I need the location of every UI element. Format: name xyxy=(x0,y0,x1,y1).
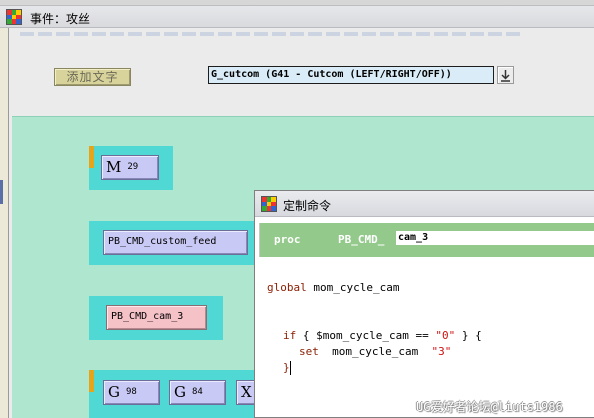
faded-toolbar-line xyxy=(20,32,520,36)
code-text: } { xyxy=(455,329,482,342)
code-text: mom_cycle_cam xyxy=(318,345,432,358)
code-keyword: set xyxy=(299,345,319,358)
code-string: "3" xyxy=(431,345,452,358)
window-title: 事件：攻丝 xyxy=(30,12,91,26)
chip-letter: M xyxy=(106,158,122,176)
select-dropdown-button[interactable] xyxy=(497,66,514,84)
app-icon xyxy=(6,9,22,25)
command-select[interactable]: G_cutcom (G41 - Cutcom (LEFT/RIGHT/OFF)) xyxy=(208,66,494,84)
chip-number: 84 xyxy=(192,387,203,397)
down-arrow-icon xyxy=(501,70,510,82)
code-line[interactable]: global mom_cycle_cam xyxy=(267,281,399,294)
code-text: mom_cycle_cam xyxy=(306,281,400,294)
chip-m29[interactable]: M 29 xyxy=(101,155,159,180)
proc-header: proc PB_CMD_ cam_3 xyxy=(259,223,594,257)
code-keyword: global xyxy=(267,281,307,294)
code-text: { $mom_cycle_cam == xyxy=(296,329,436,342)
code-string: "0" xyxy=(435,329,456,342)
forum-watermark: UG爱好者论坛@liuts1986 xyxy=(416,400,563,414)
chip-g98[interactable]: G 98 xyxy=(103,380,160,405)
chip-cam-3[interactable]: PB_CMD_cam_3 xyxy=(106,305,207,330)
chip-number: 98 xyxy=(126,387,137,397)
block-marker xyxy=(89,146,94,168)
block-marker xyxy=(89,370,94,392)
code-line[interactable]: set mom_cycle_cam "3" xyxy=(299,345,451,358)
dialog-titlebar[interactable]: 定制命令 xyxy=(255,191,594,217)
chip-letter: G xyxy=(174,383,186,401)
code-line[interactable]: } xyxy=(283,361,290,374)
proc-keyword: proc xyxy=(274,233,301,246)
add-text-button[interactable]: 添加文字 xyxy=(54,68,131,86)
proc-prefix: PB_CMD_ xyxy=(338,233,385,246)
chip-number: 29 xyxy=(127,162,139,172)
custom-command-dialog[interactable]: 定制命令 proc PB_CMD_ cam_3 global mom_cycle… xyxy=(254,190,594,418)
proc-name-input[interactable]: cam_3 xyxy=(396,231,594,245)
chip-g84[interactable]: G 84 xyxy=(169,380,226,405)
text-caret xyxy=(290,361,291,375)
chip-letter: X xyxy=(241,383,252,401)
left-edge-marker xyxy=(0,180,3,204)
code-line[interactable]: if { $mom_cycle_cam == "0" } { xyxy=(283,329,482,342)
chip-custom-feed[interactable]: PB_CMD_custom_feed xyxy=(103,230,248,255)
code-brace: } xyxy=(283,361,290,374)
dialog-title: 定制命令 xyxy=(283,199,332,213)
app-icon xyxy=(261,196,277,212)
chip-letter: G xyxy=(108,383,120,401)
code-keyword: if xyxy=(283,329,297,342)
